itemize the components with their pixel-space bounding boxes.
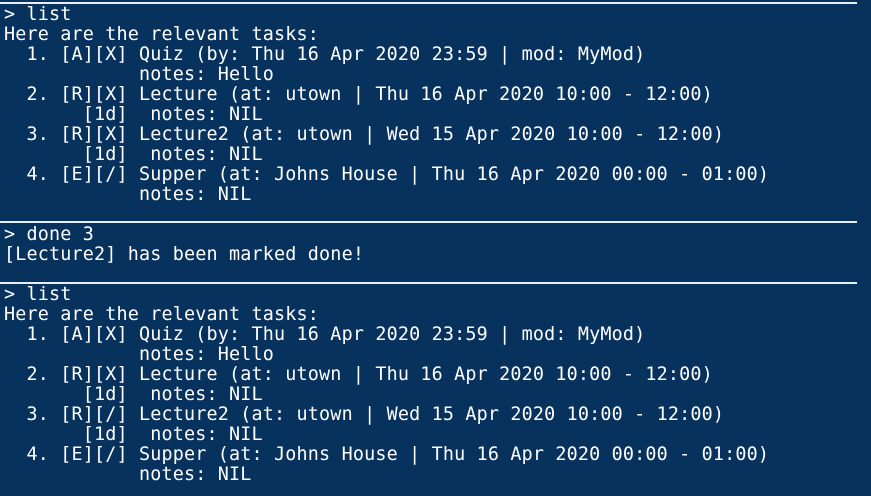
output-block-done: > done 3 [Lecture2] has been marked done… [0,225,871,265]
response-header: Here are the relevant tasks: [4,304,320,325]
task-notes-line: notes: Hello [4,344,275,365]
task-notes-line: notes: Hello [4,64,275,85]
task-notes-line: [1d] notes: NIL [4,144,263,165]
separator-line [0,221,857,223]
task-notes-line: notes: NIL [4,184,252,205]
task-line: 1. [A][X] Quiz (by: Thu 16 Apr 2020 23:5… [4,324,646,345]
response-line: [Lecture2] has been marked done! [4,244,365,265]
separator-line [0,282,857,284]
task-line: 4. [E][/] Supper (at: Johns House | Thu … [4,444,770,465]
task-line: 2. [R][X] Lecture (at: utown | Thu 16 Ap… [4,364,713,385]
output-block-list-1: > list Here are the relevant tasks: 1. [… [0,5,871,205]
command-line: > list [4,284,72,305]
task-line: 3. [R][X] Lecture2 (at: utown | Wed 15 A… [4,124,725,145]
response-header: Here are the relevant tasks: [4,24,320,45]
task-line: 4. [E][/] Supper (at: Johns House | Thu … [4,164,770,185]
separator-line [0,2,857,4]
command-line: > list [4,4,72,25]
task-notes-line: [1d] notes: NIL [4,384,263,405]
task-line: 2. [R][X] Lecture (at: utown | Thu 16 Ap… [4,84,713,105]
task-notes-line: [1d] notes: NIL [4,104,263,125]
task-line: 1. [A][X] Quiz (by: Thu 16 Apr 2020 23:5… [4,44,646,65]
task-line: 3. [R][/] Lecture2 (at: utown | Wed 15 A… [4,404,725,425]
command-line: > done 3 [4,224,95,245]
task-notes-line: [1d] notes: NIL [4,424,263,445]
terminal-output: > list Here are the relevant tasks: 1. [… [0,0,871,496]
output-block-list-2: > list Here are the relevant tasks: 1. [… [0,285,871,485]
task-notes-line: notes: NIL [4,464,252,485]
